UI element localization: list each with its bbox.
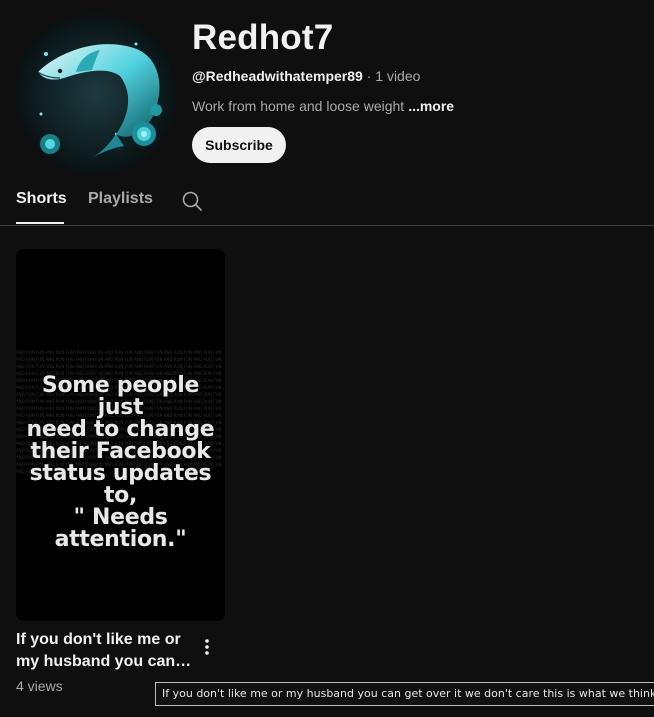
- channel-description[interactable]: Work from home and loose weight ...more: [192, 98, 454, 114]
- search-icon[interactable]: [181, 190, 203, 212]
- short-title[interactable]: If you don't like me or my husband you c…: [16, 629, 192, 673]
- channel-tabs: Shorts Playlists: [0, 180, 654, 226]
- channel-name: Redhot7: [192, 18, 334, 57]
- more-link[interactable]: ...more: [408, 98, 454, 114]
- more-vert-icon[interactable]: [198, 636, 216, 658]
- channel-handle: @Redheadwithatemper89: [192, 68, 363, 84]
- channel-avatar[interactable]: [16, 14, 176, 174]
- meta-separator: ·: [366, 68, 372, 84]
- description-text: Work from home and loose weight: [192, 98, 405, 114]
- tab-shorts[interactable]: Shorts: [16, 190, 67, 208]
- thumbnail-caption: Some people just need to change their Fa…: [26, 373, 215, 552]
- channel-meta: @Redheadwithatemper89 · 1 video: [192, 68, 420, 84]
- dolphin-avatar-icon: [16, 14, 176, 174]
- active-tab-indicator: [16, 222, 64, 224]
- tab-playlists[interactable]: Playlists: [88, 190, 153, 208]
- title-tooltip: If you don't like me or my husband you c…: [155, 682, 654, 706]
- subscribe-button[interactable]: Subscribe: [192, 127, 286, 163]
- short-thumbnail[interactable]: AND RUN FUN AND RUN FUN AND RUN FUN AND …: [16, 249, 225, 621]
- view-count: 4 views: [16, 678, 63, 694]
- video-count: 1 video: [375, 68, 421, 84]
